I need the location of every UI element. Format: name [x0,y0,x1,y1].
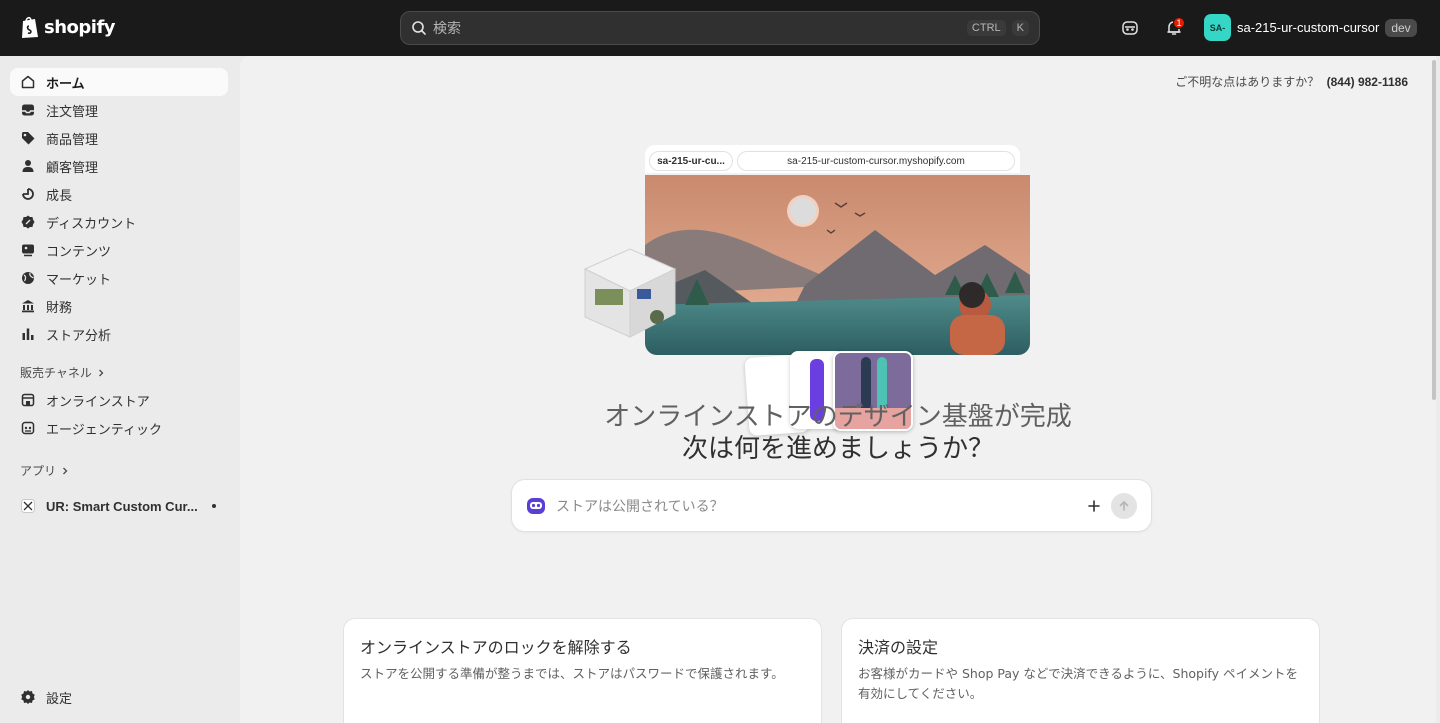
bar-chart-icon [20,326,36,342]
sidebar-item-label: 成長 [46,187,73,203]
tag-icon [20,130,36,146]
dev-badge: dev [1385,18,1417,37]
task-card-payments[interactable]: 決済の設定 お客様がカードや Shop Pay などで決済できるように、Shop… [841,618,1320,723]
card-description: ストアを公開する準備が整うまでは、ストアはパスワードで保護されます。 [360,666,784,681]
notification-badge: 1 [1173,17,1185,29]
sidebar-item-label: 顧客管理 [46,159,99,175]
sidebar-item-label: コンテンツ [46,243,112,259]
landscape-image [645,175,1030,355]
card-title: 決済の設定 [858,638,939,657]
sidebar-item-label: 設定 [46,690,73,706]
sidebar-item-label: ホーム [46,75,85,91]
pinned-dot [212,504,216,508]
sidebar-item-label: UR: Smart Custom Cur... [46,498,198,514]
sidebar-item-label: オンラインストア [46,393,150,409]
page-scrollbar[interactable] [1432,60,1436,400]
sidebar-item-agentic[interactable]: エージェンティック [10,414,228,442]
prompt-input[interactable] [556,497,1083,514]
home-icon [20,74,36,90]
add-attachment-button[interactable] [1083,495,1105,517]
browser-url: sa-215-ur-custom-cursor.myshopify.com [737,151,1015,171]
help-text: ご不明な点はありますか？ [1175,75,1320,89]
sidebar-item-finance[interactable]: 財務 [10,292,228,320]
sidekick-prompt[interactable] [511,479,1152,532]
search-icon [412,21,426,35]
sidebar-item-online-store[interactable]: オンラインストア [10,386,228,414]
sidebar-item-home[interactable]: ホーム [10,68,228,96]
sales-channels-label: 販売チャネル [20,366,92,380]
sidebar-item-label: 財務 [46,299,73,315]
discount-icon [20,214,36,230]
sidebar: ホーム 注文管理 商品管理 顧客管理 成長 ディスカウント コンテンツ マーケッ… [0,56,240,723]
apps-label: アプリ [20,464,57,478]
arrow-up-icon [1119,500,1129,511]
sidebar-item-label: エージェンティック [46,421,162,437]
help-phone-link[interactable]: (844) 982-1186 [1327,75,1408,89]
sidebar-item-markets[interactable]: マーケット [10,264,228,292]
sidebar-item-label: 注文管理 [46,103,99,119]
sidebar-item-orders[interactable]: 注文管理 [10,96,228,124]
store-icon [20,392,36,408]
person-icon [20,158,36,174]
store-name: sa-215-ur-custom-cursor [1237,20,1380,35]
help-contact: ご不明な点はありますか？ (844) 982-1186 [1175,73,1408,90]
task-card-unlock-store[interactable]: オンラインストアのロックを解除する ストアを公開する準備が整うまでは、ストアはパ… [343,618,822,723]
app-icon [20,498,36,514]
sidebar-item-analytics[interactable]: ストア分析 [10,320,228,348]
inbox-icon [20,102,36,118]
sidebar-item-settings[interactable]: 設定 [10,683,228,711]
bank-icon [20,298,36,314]
shortcut-ctrl: CTRL [966,20,1006,36]
send-button[interactable] [1111,492,1137,519]
sidebar-item-app-ur-cursor[interactable]: UR: Smart Custom Cur... [10,492,228,520]
store-illustration: sa-215-ur-cu... sa-215-ur-custom-cursor.… [575,141,1035,436]
sidebar-item-growth[interactable]: 成長 [10,180,228,208]
plus-icon [1088,499,1100,512]
store-avatar: SA- [1204,14,1231,41]
apps-heading[interactable]: アプリ [20,462,70,479]
browser-tab: sa-215-ur-cu... [649,151,733,171]
sidekick-button[interactable] [1116,14,1144,42]
sidebar-item-content[interactable]: コンテンツ [10,236,228,264]
card-description: お客様がカードや Shop Pay などで決済できるように、Shopify ペイ… [858,666,1298,701]
sales-channels-heading[interactable]: 販売チャネル [20,364,106,381]
sidebar-item-label: マーケット [46,271,112,287]
gear-icon [20,689,36,705]
sidekick-icon [1122,21,1138,35]
globe-icon [20,270,36,286]
sidebar-item-discounts[interactable]: ディスカウント [10,208,228,236]
sidekick-icon [527,497,545,514]
search-bar[interactable]: CTRL K [400,11,1040,45]
sidebar-item-products[interactable]: 商品管理 [10,124,228,152]
growth-icon [20,186,36,202]
sidebar-item-label: 商品管理 [46,131,99,147]
notifications-button[interactable]: 1 [1160,14,1188,42]
chevron-right-icon [63,467,68,474]
sidebar-item-customers[interactable]: 顧客管理 [10,152,228,180]
headline-secondary: 次は何を進めましょうか？ [681,434,994,464]
top-bar: shopify CTRL K 1 SA- sa-215-ur-custom-cu… [0,0,1440,56]
agentic-icon [20,420,36,436]
sidebar-item-label: ストア分析 [46,327,112,343]
sticker-cube-image [583,248,677,338]
shopify-bag-icon [22,16,38,38]
shortcut-k: K [1011,20,1029,36]
shopify-wordmark: shopify [44,16,116,38]
sidebar-item-label: ディスカウント [46,215,137,231]
search-input[interactable] [433,20,961,36]
main-content: ご不明な点はありますか？ (844) 982-1186 sa-215-ur-cu… [240,56,1436,723]
shopify-logo[interactable]: shopify [20,15,116,39]
chevron-right-icon [98,369,104,376]
browser-frame: sa-215-ur-cu... sa-215-ur-custom-cursor.… [645,145,1020,173]
content-icon [20,242,36,258]
card-title: オンラインストアのロックを解除する [360,638,632,657]
store-switcher[interactable]: SA- sa-215-ur-custom-cursor dev [1204,14,1417,41]
